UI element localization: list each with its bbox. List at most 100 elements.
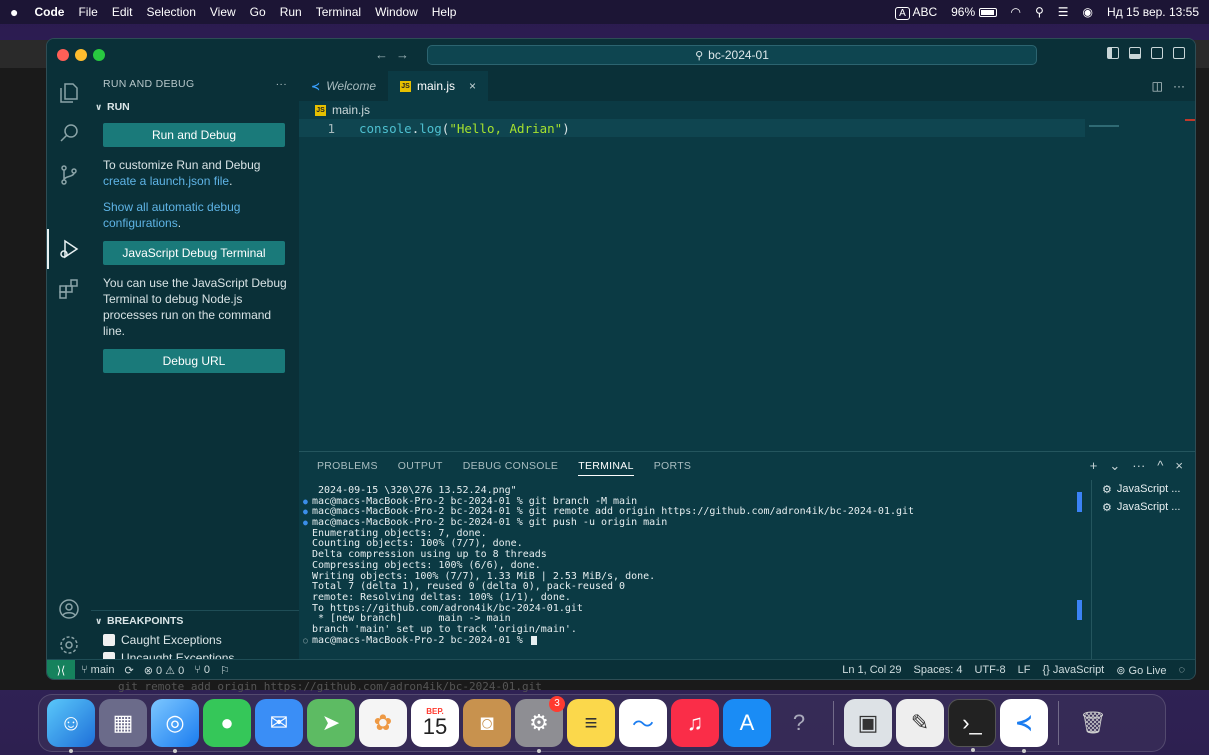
menu-code[interactable]: Code bbox=[34, 5, 64, 19]
battery-status[interactable]: 96% bbox=[951, 5, 997, 19]
photos-icon[interactable]: ✿ bbox=[359, 699, 407, 747]
caught-exceptions-checkbox[interactable] bbox=[103, 634, 115, 646]
problems-count[interactable]: ⊗ 0 ⚠ 0 bbox=[144, 664, 184, 677]
close-panel-icon[interactable]: × bbox=[1175, 458, 1183, 474]
wifi-icon[interactable]: ◠ bbox=[1011, 5, 1021, 19]
javascript-debug-terminal-button[interactable]: JavaScript Debug Terminal bbox=[103, 241, 285, 265]
notifications-bell-icon[interactable]: ◌ bbox=[1178, 664, 1185, 677]
terminal-output[interactable]: 2024-09-15 \320\276 13.52.24.png" ● mac@ma… bbox=[303, 486, 1079, 658]
tab-problems[interactable]: PROBLEMS bbox=[317, 460, 378, 472]
show-automatic-debug-configs-link[interactable]: Show all automatic debug configurations bbox=[103, 200, 240, 230]
terminal-instance-2[interactable]: ⚙ JavaScript ... bbox=[1092, 498, 1195, 516]
tab-main-js[interactable]: JS main.js × bbox=[388, 71, 489, 101]
vscode-app-icon[interactable]: ≺ bbox=[1000, 699, 1048, 753]
customize-layout-icon[interactable] bbox=[1173, 47, 1185, 59]
minimize-window-button[interactable] bbox=[75, 49, 87, 61]
accounts-icon[interactable] bbox=[57, 597, 81, 621]
git-branch[interactable]: ⑂ main bbox=[81, 664, 115, 677]
tab-ports[interactable]: PORTS bbox=[654, 460, 691, 472]
messages-icon[interactable]: ● bbox=[203, 699, 251, 747]
language-mode[interactable]: {} JavaScript bbox=[1042, 664, 1104, 677]
tab-output[interactable]: OUTPUT bbox=[398, 460, 443, 472]
app-store-icon[interactable]: A bbox=[723, 699, 771, 747]
menu-help[interactable]: Help bbox=[432, 5, 457, 19]
run-debug-icon[interactable] bbox=[57, 237, 81, 261]
tab-terminal[interactable]: TERMINAL bbox=[578, 460, 634, 476]
command-center-search[interactable]: ⚲ bc-2024-01 bbox=[427, 45, 1037, 65]
panel-more-icon[interactable]: ··· bbox=[1132, 458, 1145, 474]
terminal-app-icon[interactable]: ›_ bbox=[948, 699, 996, 752]
encoding[interactable]: UTF-8 bbox=[974, 664, 1005, 677]
music-icon[interactable]: ♫ bbox=[671, 699, 719, 747]
menu-terminal[interactable]: Terminal bbox=[316, 5, 361, 19]
editor-more-icon[interactable]: ··· bbox=[1173, 79, 1185, 93]
safari-icon[interactable]: ◎ bbox=[151, 699, 199, 753]
gear-icon[interactable] bbox=[57, 633, 81, 657]
menu-window[interactable]: Window bbox=[375, 5, 418, 19]
control-center-icon[interactable]: ☰ bbox=[1058, 5, 1069, 19]
spotlight-icon[interactable]: ⚲ bbox=[1035, 5, 1044, 19]
explorer-icon[interactable] bbox=[57, 81, 81, 105]
forward-arrow-icon[interactable]: → bbox=[396, 47, 417, 62]
create-launch-json-link[interactable]: create a launch.json file bbox=[103, 174, 229, 188]
datetime[interactable]: Нд 15 вер. 13:55 bbox=[1107, 5, 1199, 19]
search-view-icon[interactable] bbox=[57, 121, 81, 145]
mail-icon[interactable]: ✉ bbox=[255, 699, 303, 747]
tab-welcome[interactable]: ≺ Welcome bbox=[299, 71, 388, 101]
tab-debug-console[interactable]: DEBUG CONSOLE bbox=[463, 460, 559, 472]
siri-icon[interactable]: ◉ bbox=[1083, 5, 1093, 19]
contacts-icon[interactable]: ◙ bbox=[463, 699, 511, 747]
menu-run[interactable]: Run bbox=[280, 5, 302, 19]
more-actions-icon[interactable]: ··· bbox=[276, 78, 287, 90]
breadcrumb[interactable]: JS main.js bbox=[299, 101, 1195, 119]
terminal-instance-1[interactable]: ⚙ JavaScript ... bbox=[1092, 480, 1195, 498]
breakpoints-section-header[interactable]: ∨ BREAKPOINTS bbox=[91, 611, 299, 631]
menu-selection[interactable]: Selection bbox=[147, 5, 196, 19]
terminal-cursor bbox=[530, 636, 537, 646]
trash-icon[interactable]: 🗑 bbox=[1069, 699, 1117, 747]
split-editor-icon[interactable]: ◫ bbox=[1152, 79, 1163, 93]
run-and-debug-button[interactable]: Run and Debug bbox=[103, 123, 285, 147]
back-arrow-icon[interactable]: ← bbox=[375, 47, 396, 62]
apple-icon[interactable]: ● bbox=[10, 4, 18, 20]
input-source[interactable]: A ABC bbox=[895, 5, 937, 20]
go-live-button[interactable]: ⊚ Go Live bbox=[1116, 664, 1166, 677]
new-terminal-icon[interactable]: + bbox=[1090, 458, 1098, 474]
system-settings-icon[interactable]: ⚙ 3 bbox=[515, 696, 565, 753]
close-icon[interactable]: × bbox=[469, 79, 476, 93]
breakpoint-caught-exceptions[interactable]: Caught Exceptions bbox=[91, 631, 299, 649]
freeform-icon[interactable]: 〜 bbox=[619, 699, 667, 747]
maps-icon[interactable]: ➤ bbox=[307, 699, 355, 747]
toggle-secondary-sidebar-icon[interactable] bbox=[1151, 47, 1163, 59]
debug-status-icon[interactable]: ⚐ bbox=[220, 664, 230, 677]
finder-icon[interactable]: ☺ bbox=[47, 699, 95, 753]
extensions-icon[interactable] bbox=[57, 277, 81, 301]
zoom-window-button[interactable] bbox=[93, 49, 105, 61]
indentation[interactable]: Spaces: 4 bbox=[914, 664, 963, 677]
code-line-1[interactable]: 1 console. log("Hello, Adrian") bbox=[299, 119, 1085, 137]
help-icon[interactable]: ? bbox=[775, 699, 823, 747]
ports-count[interactable]: ⑂ 0 bbox=[194, 664, 210, 677]
menu-view[interactable]: View bbox=[210, 5, 236, 19]
sync-icon[interactable]: ⟳ bbox=[125, 664, 134, 677]
menu-edit[interactable]: Edit bbox=[112, 5, 133, 19]
remote-indicator[interactable]: ⟩⟨ bbox=[47, 659, 75, 679]
notes-icon[interactable]: ≡ bbox=[567, 699, 615, 747]
maximize-panel-icon[interactable]: ^ bbox=[1157, 458, 1163, 474]
minimap[interactable] bbox=[1089, 125, 1119, 127]
terminal-dropdown-icon[interactable]: ⌄ bbox=[1109, 458, 1120, 474]
toggle-panel-icon[interactable] bbox=[1129, 47, 1141, 59]
menu-go[interactable]: Go bbox=[250, 5, 266, 19]
calendar-icon[interactable]: ВЕР. 15 bbox=[411, 699, 459, 747]
debug-url-button[interactable]: Debug URL bbox=[103, 349, 285, 373]
launchpad-icon[interactable]: ▦ bbox=[99, 699, 147, 747]
source-control-icon[interactable] bbox=[57, 163, 81, 187]
toggle-sidebar-icon[interactable] bbox=[1107, 47, 1119, 59]
preview-icon[interactable]: ▣ bbox=[844, 699, 892, 747]
cursor-position[interactable]: Ln 1, Col 29 bbox=[842, 664, 901, 677]
close-window-button[interactable] bbox=[57, 49, 69, 61]
run-section-header[interactable]: ∨ RUN bbox=[91, 97, 299, 117]
textedit-icon[interactable]: ✎ bbox=[896, 699, 944, 747]
end-of-line[interactable]: LF bbox=[1018, 664, 1031, 677]
menu-file[interactable]: File bbox=[78, 5, 97, 19]
